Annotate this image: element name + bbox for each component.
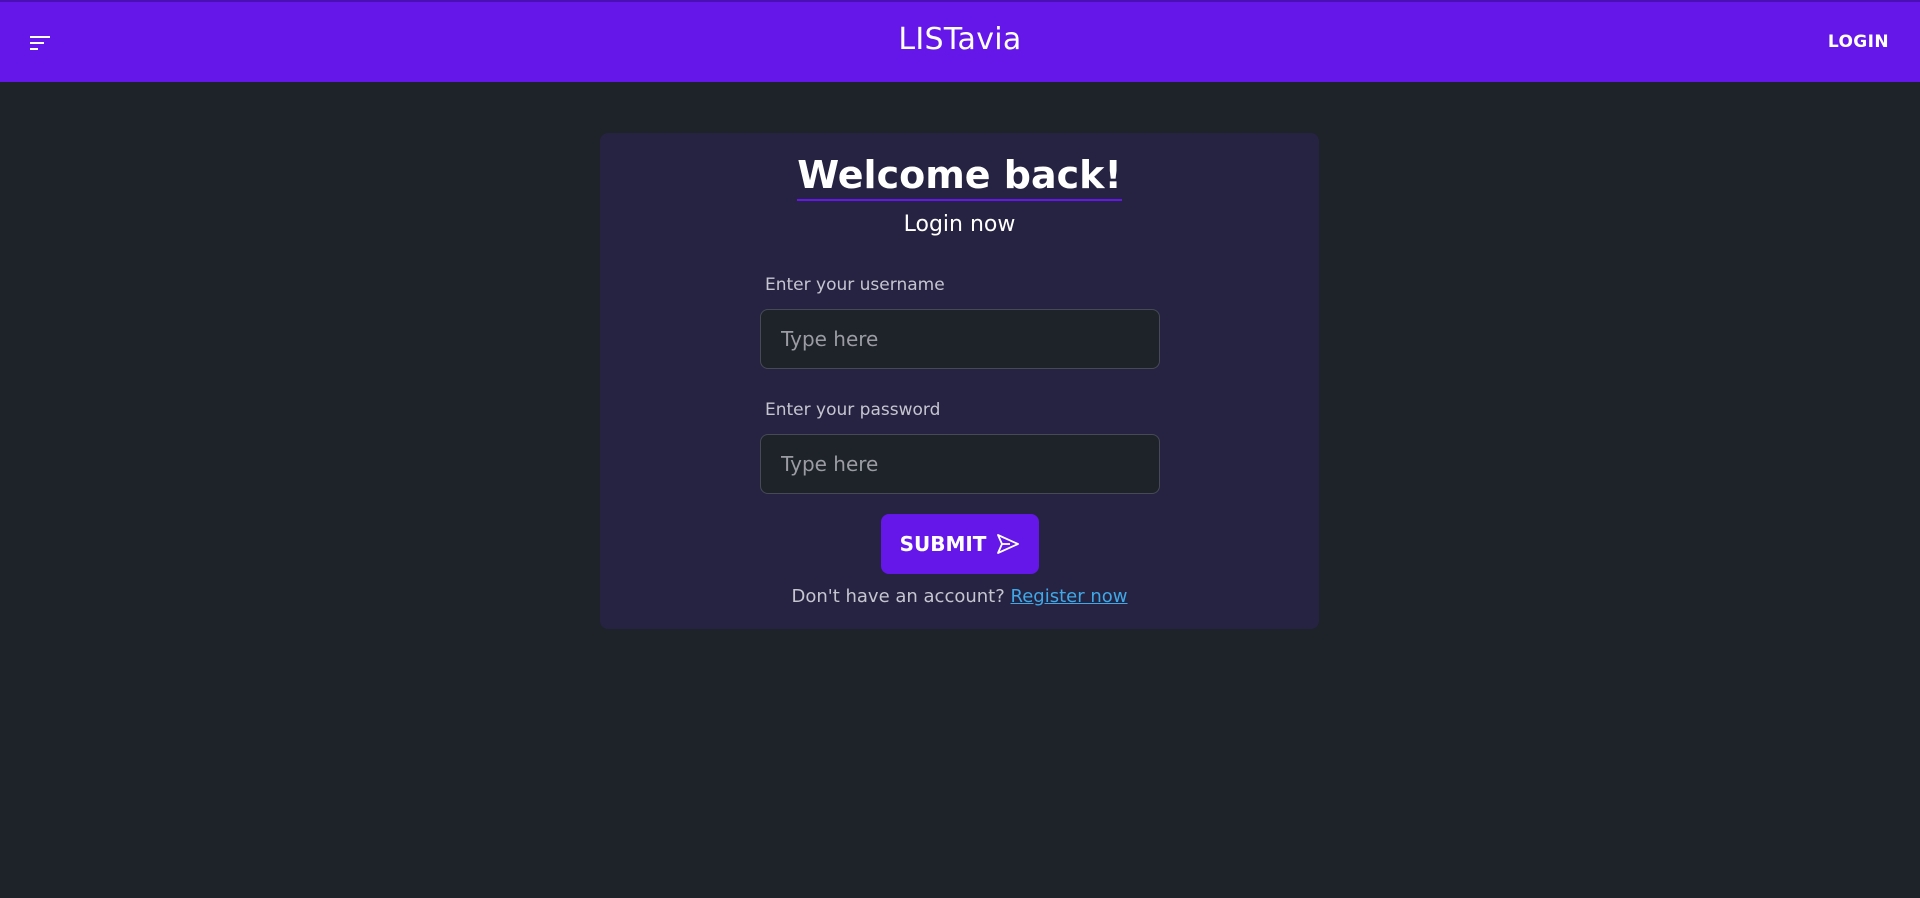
username-input[interactable] bbox=[760, 309, 1160, 369]
login-subtitle: Login now bbox=[903, 212, 1016, 237]
password-label: Enter your password bbox=[765, 400, 941, 420]
submit-button-label: SUBMIT bbox=[899, 532, 987, 556]
register-link[interactable]: Register now bbox=[1011, 586, 1128, 607]
username-label: Enter your username bbox=[765, 275, 945, 295]
brand-title: LISTavia bbox=[898, 22, 1022, 57]
menu-icon bbox=[30, 36, 50, 50]
welcome-heading-wrap: Welcome back! bbox=[600, 153, 1319, 201]
submit-button[interactable]: SUBMIT bbox=[881, 514, 1039, 574]
login-card: Welcome back! Login now Enter your usern… bbox=[600, 133, 1319, 629]
send-icon bbox=[997, 534, 1020, 554]
top-app-bar: LISTavia LOGIN bbox=[0, 0, 1920, 82]
menu-button[interactable] bbox=[26, 30, 54, 56]
welcome-heading: Welcome back! bbox=[797, 153, 1122, 201]
register-prompt: Don't have an account? Register now bbox=[600, 586, 1319, 607]
header-login-button[interactable]: LOGIN bbox=[1828, 32, 1889, 52]
password-input[interactable] bbox=[760, 434, 1160, 494]
no-account-text: Don't have an account? bbox=[791, 586, 1005, 607]
